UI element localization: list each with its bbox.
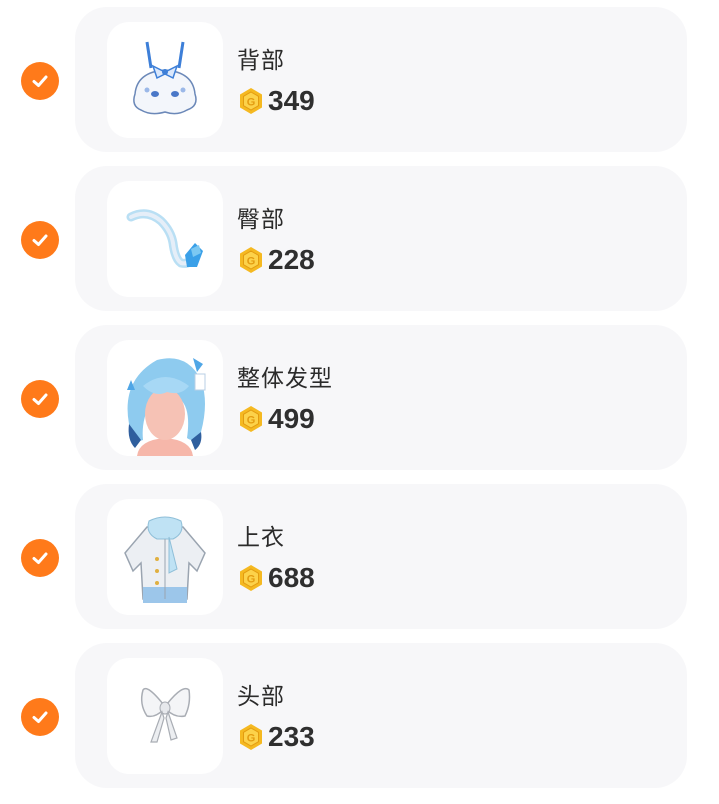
list-item[interactable]: 上衣 G 688	[0, 484, 719, 631]
price-amount: 688	[268, 562, 315, 593]
item-price: G 499	[237, 403, 315, 435]
item-name: 整体发型	[237, 366, 333, 392]
coin-icon: G	[240, 724, 262, 750]
coin-icon: G	[240, 406, 262, 432]
item-card[interactable]: 上衣 G 688	[75, 484, 687, 629]
item-card[interactable]: 背部 G 349	[75, 7, 687, 152]
selected-check-icon[interactable]	[21, 539, 59, 577]
jacket-icon	[107, 499, 223, 615]
selected-check-icon[interactable]	[21, 698, 59, 736]
list-item[interactable]: 臀部 G 228	[0, 166, 719, 313]
price-amount: 228	[268, 244, 315, 275]
item-name: 背部	[237, 48, 285, 74]
price-amount: 499	[268, 403, 315, 434]
bow-icon	[107, 658, 223, 774]
svg-text:G: G	[247, 415, 256, 427]
svg-text:G: G	[247, 97, 256, 109]
price-amount: 233	[268, 721, 315, 752]
tail-icon	[107, 181, 223, 297]
price-amount: 349	[268, 85, 315, 116]
backpack-plush-icon	[107, 22, 223, 138]
list-item[interactable]: 头部 G 233	[0, 643, 719, 790]
item-price: G 349	[237, 85, 315, 117]
selected-check-icon[interactable]	[21, 380, 59, 418]
hairstyle-icon	[107, 340, 223, 456]
svg-text:G: G	[247, 256, 256, 268]
coin-icon: G	[240, 565, 262, 591]
item-name: 头部	[237, 684, 285, 710]
svg-text:G: G	[247, 733, 256, 745]
item-name: 臀部	[237, 207, 285, 233]
item-card[interactable]: 整体发型 G 499	[75, 325, 687, 470]
svg-text:G: G	[247, 574, 256, 586]
item-card[interactable]: 臀部 G 228	[75, 166, 687, 311]
item-price: G 228	[237, 244, 315, 276]
item-price: G 688	[237, 562, 315, 594]
selected-check-icon[interactable]	[21, 221, 59, 259]
item-name: 上衣	[237, 525, 285, 551]
coin-icon: G	[240, 247, 262, 273]
selected-check-icon[interactable]	[21, 62, 59, 100]
item-card[interactable]: 头部 G 233	[75, 643, 687, 788]
list-item[interactable]: 整体发型 G 499	[0, 325, 719, 472]
item-price: G 233	[237, 721, 315, 753]
coin-icon: G	[240, 88, 262, 114]
list-item[interactable]: 背部 G 349	[0, 7, 719, 154]
